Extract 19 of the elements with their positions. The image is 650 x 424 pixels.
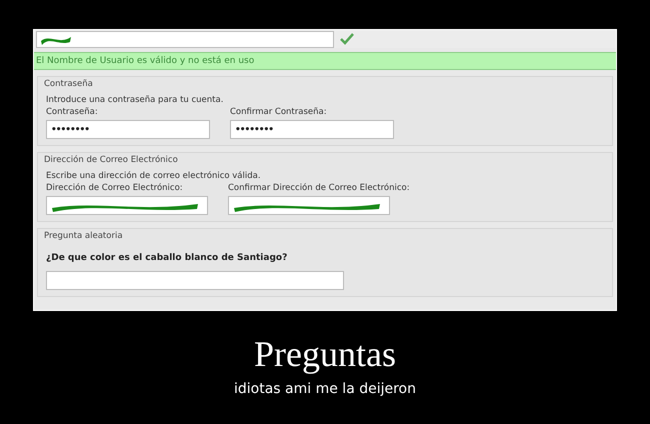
field-label: Dirección de Correo Electrónico: bbox=[46, 183, 184, 193]
hint-text: Escribe una dirección de correo electrónico válida. bbox=[46, 171, 262, 181]
answer-field[interactable] bbox=[46, 271, 344, 290]
poster-caption: idiotas ami me la deijeron bbox=[234, 380, 416, 397]
hint-text: Introduce una contraseña para tu cuenta. bbox=[46, 95, 224, 105]
section-legend: Contraseña bbox=[44, 79, 604, 89]
validation-message: El Nombre de Usuario es válido y no está en uso bbox=[34, 52, 616, 70]
password-field[interactable]: •••••••• bbox=[46, 120, 210, 139]
password-field[interactable]: •••••••• bbox=[230, 120, 394, 139]
field-label: Confirmar Contraseña: bbox=[230, 107, 328, 117]
field-label: Confirmar Dirección de Correo Electrónico: bbox=[228, 183, 410, 193]
email-field[interactable] bbox=[46, 196, 208, 215]
poster-title: Preguntas bbox=[254, 335, 396, 375]
field-label: Contraseña: bbox=[46, 107, 99, 117]
email-field[interactable] bbox=[228, 196, 390, 215]
section-legend: Pregunta aleatoria bbox=[44, 231, 604, 241]
username-field[interactable] bbox=[36, 30, 334, 48]
section-legend: Dirección de Correo Electrónico bbox=[44, 155, 604, 165]
question-text: ¿De que color es el caballo blanco de Santiago? bbox=[46, 253, 288, 263]
